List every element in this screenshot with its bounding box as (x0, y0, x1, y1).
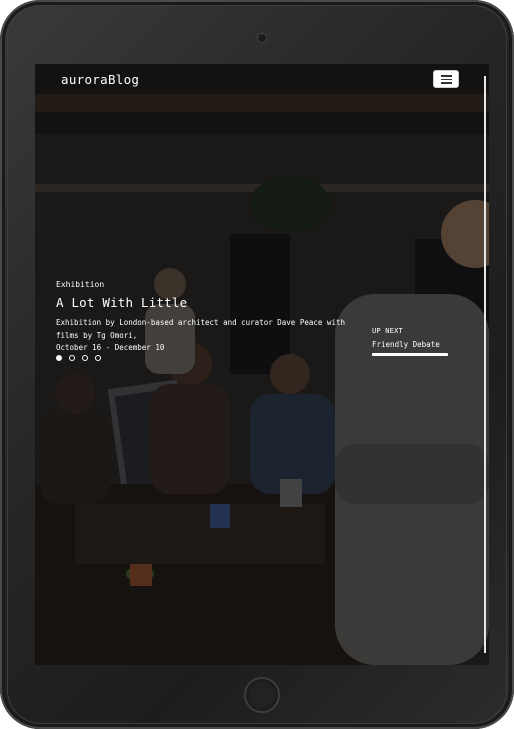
carousel-dot-1[interactable] (56, 355, 62, 361)
camera-icon (257, 33, 267, 43)
up-next-progress-bar (372, 353, 448, 356)
carousel-dot-3[interactable] (82, 355, 88, 361)
hero-category-label: Exhibition (56, 280, 105, 289)
tablet-device-frame: auroraBlog Exhibition A Lot With Little … (0, 0, 514, 729)
hero-description-line-2: films by Tg Omori, (56, 330, 138, 340)
screen: auroraBlog Exhibition A Lot With Little … (35, 64, 489, 665)
dark-overlay (35, 64, 489, 665)
top-navbar: auroraBlog (35, 64, 489, 96)
hero-dates: October 16 - December 10 (56, 343, 165, 352)
hero-caption: Exhibition A Lot With Little Exhibition … (56, 280, 356, 355)
home-button[interactable] (244, 677, 280, 713)
up-next-panel[interactable]: UP NEXT Friendly Debate (372, 327, 448, 356)
up-next-title[interactable]: Friendly Debate (372, 340, 448, 349)
brand-logo-text[interactable]: auroraBlog (61, 72, 139, 87)
scrollbar-track[interactable] (484, 76, 486, 653)
carousel-dot-2[interactable] (69, 355, 75, 361)
hero-description: Exhibition by London-based architect and… (56, 317, 356, 355)
hero-title[interactable]: A Lot With Little (56, 295, 356, 310)
carousel-dot-4[interactable] (95, 355, 101, 361)
hamburger-icon-line (441, 82, 452, 84)
hero-description-line-1: Exhibition by London-based architect and… (56, 318, 345, 327)
hamburger-icon-line (441, 78, 452, 80)
up-next-label: UP NEXT (372, 327, 403, 335)
menu-toggle-button[interactable] (433, 70, 459, 88)
hamburger-icon (441, 75, 452, 77)
